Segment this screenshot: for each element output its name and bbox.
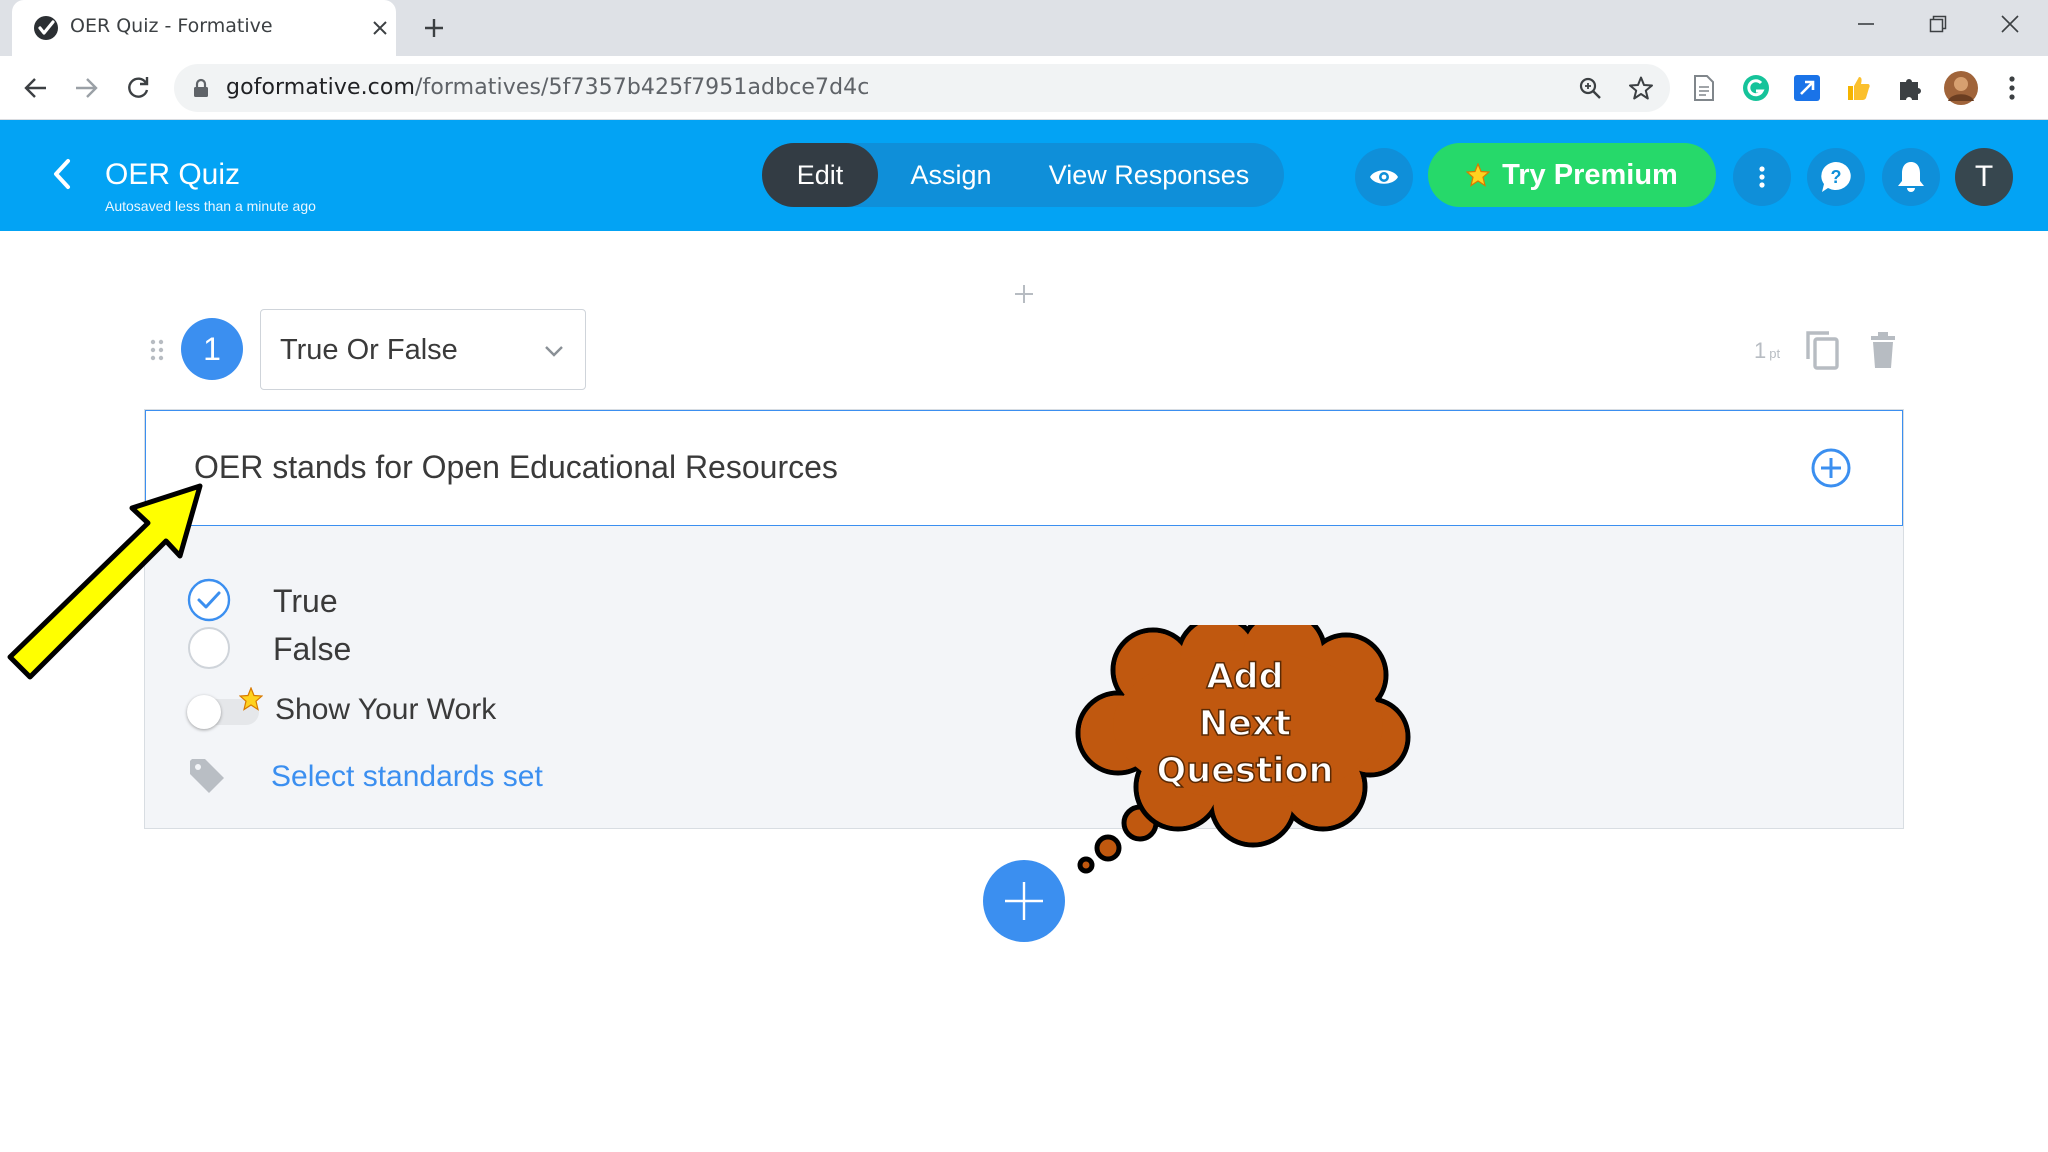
tab-view-responses[interactable]: View Responses — [1024, 143, 1274, 207]
formative-check-icon — [34, 16, 58, 40]
toggle-knob[interactable] — [187, 695, 221, 729]
help-bubble-icon: ? — [1821, 162, 1851, 192]
page-title[interactable]: OER Quiz — [105, 158, 240, 192]
mode-switch: Edit Assign View Responses — [762, 143, 1284, 207]
tab-close-icon[interactable] — [364, 12, 396, 44]
tab-edit[interactable]: Edit — [762, 143, 878, 207]
puzzle-icon[interactable] — [1892, 70, 1928, 106]
choice-true[interactable]: True — [187, 576, 607, 624]
zoom-icon[interactable] — [1574, 72, 1606, 104]
browser-tab-strip: OER Quiz - Formative — [0, 0, 2048, 56]
tag-icon — [190, 759, 224, 793]
drag-handle-icon[interactable] — [148, 338, 166, 362]
question-prompt-text: OER stands for Open Educational Resource… — [194, 449, 838, 485]
question-type-dropdown[interactable]: True Or False — [260, 309, 586, 390]
choice-label: True — [273, 583, 338, 619]
more-options-button[interactable] — [1733, 148, 1791, 206]
bell-icon — [1898, 162, 1924, 192]
kebab-menu-icon — [1759, 166, 1765, 188]
forward-arrow-icon[interactable] — [66, 68, 106, 108]
question-prompt-field[interactable]: OER stands for Open Educational Resource… — [145, 410, 1903, 526]
yellow-arrow-annotation — [7, 483, 203, 680]
plus-icon — [1005, 882, 1043, 920]
show-your-work-label: Show Your Work — [275, 693, 497, 726]
eye-icon — [1370, 170, 1398, 184]
notifications-button[interactable] — [1882, 148, 1940, 206]
window-close-icon[interactable] — [1984, 0, 2036, 48]
callout-text: Add Next Question — [1120, 654, 1370, 795]
restore-icon[interactable] — [1912, 0, 1964, 48]
profile-avatar[interactable] — [1943, 70, 1979, 106]
question-card: OER stands for Open Educational Resource… — [144, 409, 1904, 829]
help-button[interactable]: ? — [1807, 148, 1865, 206]
user-avatar[interactable]: T — [1955, 148, 2013, 206]
app-header: OER Quiz Autosaved less than a minute ag… — [0, 120, 2048, 231]
insert-above-plus-icon[interactable] — [1010, 280, 1038, 308]
thumbs-up-icon[interactable] — [1840, 70, 1876, 106]
kebab-menu-icon[interactable] — [1994, 70, 2030, 106]
browser-tab[interactable]: OER Quiz - Formative — [12, 0, 396, 56]
new-tab-icon[interactable] — [416, 10, 452, 46]
callout-line: Add — [1206, 656, 1285, 698]
copy-icon[interactable] — [1802, 328, 1842, 372]
autosave-status: Autosaved less than a minute ago — [105, 198, 316, 214]
select-standards-link[interactable]: Select standards set — [271, 760, 543, 794]
url-path: /formatives/5f7357b425f7951adbce7d4c — [414, 75, 870, 100]
try-premium-label: Try Premium — [1502, 158, 1678, 191]
try-premium-button[interactable]: Try Premium — [1428, 143, 1716, 207]
minimize-icon[interactable] — [1840, 0, 1892, 48]
add-media-plus-icon[interactable] — [1810, 447, 1852, 489]
choice-label: False — [273, 631, 352, 667]
points-number: 1 — [1754, 338, 1767, 363]
show-your-work-row: Show Your Work — [187, 687, 547, 731]
question-number-badge: 1 — [181, 318, 243, 380]
star-icon[interactable] — [1625, 72, 1657, 104]
screen: { "browser": { "tab": { "title": "OER Qu… — [0, 0, 2048, 1152]
address-bar[interactable]: goformative.com/formatives/5f7357b425f79… — [174, 64, 1670, 112]
points-value[interactable]: 1 pt — [1754, 338, 1780, 364]
trash-icon[interactable] — [1864, 328, 1902, 372]
callout-line: Question — [1156, 750, 1334, 792]
premium-star-icon — [239, 687, 263, 711]
star-badge-icon — [1466, 163, 1491, 187]
tab-assign[interactable]: Assign — [886, 143, 1016, 207]
svg-text:?: ? — [1831, 167, 1842, 187]
tab-title: OER Quiz - Formative — [70, 15, 273, 37]
standards-row: Select standards set — [187, 750, 587, 798]
add-question-button[interactable] — [983, 860, 1065, 942]
back-chevron-icon[interactable] — [44, 154, 80, 194]
callout-line: Next — [1198, 703, 1292, 745]
shortcut-extension-icon[interactable] — [1789, 70, 1825, 106]
question-type-label: True Or False — [280, 334, 458, 366]
browser-toolbar: goformative.com/formatives/5f7357b425f79… — [0, 56, 2048, 120]
url-text: goformative.com/formatives/5f7357b425f79… — [226, 75, 869, 100]
preview-eye-button[interactable] — [1355, 148, 1413, 206]
reload-icon[interactable] — [118, 68, 158, 108]
grammarly-icon[interactable] — [1738, 70, 1774, 106]
url-host: goformative.com — [226, 75, 415, 100]
chevron-down-icon — [545, 346, 563, 357]
points-unit: pt — [1769, 346, 1781, 361]
page-extension-icon[interactable] — [1686, 70, 1722, 106]
lock-icon — [194, 78, 208, 97]
back-arrow-icon[interactable] — [16, 68, 56, 108]
choice-false[interactable]: False — [187, 624, 607, 672]
